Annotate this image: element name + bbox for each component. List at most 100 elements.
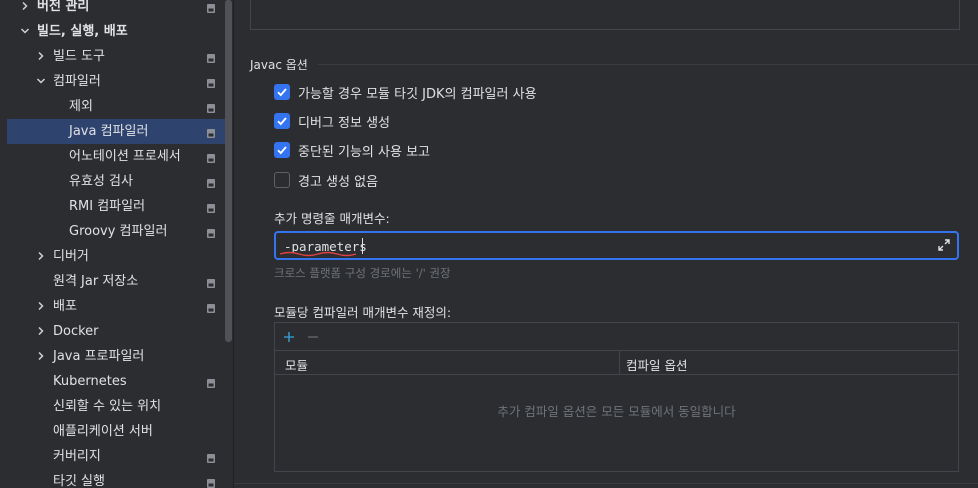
settings-tree: 버전 관리빌드, 실행, 배포빌드 도구컴파일러제외 Java 컴파일러어노테이션… [0,0,234,488]
sidebar-item-label: Kubernetes [53,374,127,389]
chevron-right-icon[interactable] [35,325,47,337]
project-scope-icon [207,127,215,138]
sidebar-item-label: Docker [53,324,99,339]
sidebar-item[interactable]: 배포 [7,294,225,319]
project-scope-icon [207,202,215,213]
javac-option-label: 중단된 기능의 사용 보고 [298,144,430,160]
javac-option-label: 디버그 정보 생성 [298,115,390,131]
project-scope-icon [207,77,215,88]
sidebar-item[interactable]: 어노테이션 프로세서 [7,144,225,169]
sidebar-item[interactable]: Docker [7,319,225,344]
sidebar-item-label: 제외 [69,99,93,114]
project-scope-icon [207,102,215,113]
sidebar-item-label: Java 컴파일러 [69,124,149,139]
project-scope-icon [207,302,215,313]
bottom-separator [234,483,978,484]
sidebar-item[interactable]: 커버리지 [7,444,225,469]
chevron-down-icon[interactable] [35,75,47,87]
project-scope-icon [207,277,215,288]
params-input[interactable] [284,237,924,255]
checkbox-checked[interactable] [274,84,290,100]
params-label: 추가 명령줄 매개변수: [274,211,390,226]
sidebar-item-label: 버전 관리 [37,0,90,14]
check-icon [277,117,287,126]
sidebar-item-label: 커버리지 [53,449,101,464]
project-scope-icon [207,177,215,188]
javac-option-label: 가능할 경우 모듈 타깃 JDK의 컴파일러 사용 [298,86,537,102]
sidebar-item[interactable]: Groovy 컴파일러 [7,219,225,244]
sidebar-item[interactable]: RMI 컴파일러 [7,194,225,219]
chevron-right-icon[interactable] [19,0,31,12]
previous-section-box [250,0,960,30]
minus-icon[interactable] [305,329,321,345]
column-divider[interactable] [619,351,620,375]
checkbox-checked[interactable] [274,142,290,158]
check-icon [277,146,287,155]
params-hint: 크로스 플랫폼 구성 경로에는 '/' 권장 [274,266,451,280]
sidebar-item-label: 어노테이션 프로세서 [69,149,181,164]
override-label: 모듈당 컴파일러 매개변수 재정의: [274,305,452,320]
empty-table-text: 추가 컴파일 옵션은 모든 모듈에서 동일합니다 [497,404,736,419]
javac-option[interactable]: 경고 생성 없음 [274,170,378,190]
sidebar-item[interactable]: Kubernetes [7,369,225,394]
sidebar-item[interactable]: 원격 Jar 저장소 [7,269,225,294]
sidebar-item-label: Java 프로파일러 [53,349,145,364]
sidebar-item-label: 빌드 도구 [53,49,105,64]
sidebar-item[interactable]: 디버거 [7,244,225,269]
sidebar-item-label: RMI 컴파일러 [69,199,146,214]
spelling-underline [280,251,356,257]
section-separator [318,64,978,65]
sidebar-item-label: 배포 [53,299,77,314]
javac-option[interactable]: 가능할 경우 모듈 타깃 JDK의 컴파일러 사용 [274,82,537,102]
javac-option-label: 경고 생성 없음 [298,174,379,190]
sidebar-item[interactable]: 버전 관리 [7,0,225,19]
plus-icon[interactable] [281,329,297,345]
sidebar-item[interactable]: Java 컴파일러 [7,119,225,144]
sidebar-item-label: 디버거 [53,249,89,264]
project-scope-icon [207,2,215,13]
sidebar-item[interactable]: 타깃 실행 [7,469,225,488]
project-scope-icon [207,377,215,388]
javac-section-title: Javac 옵션 [250,58,308,72]
javac-option[interactable]: 중단된 기능의 사용 보고 [274,140,430,160]
override-table: 모듈 컴파일 옵션 추가 컴파일 옵션은 모든 모듈에서 동일합니다 [274,322,959,472]
sidebar-item[interactable]: 빌드, 실행, 배포 [7,19,225,44]
sidebar-item[interactable]: 제외 [7,94,225,119]
java-compiler-panel: Javac 옵션 가능할 경우 모듈 타깃 JDK의 컴파일러 사용디버그 정보… [234,0,978,488]
chevron-right-icon[interactable] [35,250,47,262]
chevron-right-icon[interactable] [35,350,47,362]
check-icon [277,88,287,97]
chevron-right-icon[interactable] [35,300,47,312]
sidebar-item-label: 빌드, 실행, 배포 [37,24,128,39]
sidebar-item-label: Groovy 컴파일러 [69,224,168,239]
sidebar-item-label: 신뢰할 수 있는 위치 [53,399,162,414]
table-header: 모듈 컴파일 옵션 [275,351,958,375]
chevron-down-icon[interactable] [19,25,31,37]
sidebar-item[interactable]: 빌드 도구 [7,44,225,69]
sidebar-item[interactable]: 컴파일러 [7,69,225,94]
text-caret [362,238,363,254]
sidebar-item[interactable]: 유효성 검사 [7,169,225,194]
project-scope-icon [207,477,215,488]
chevron-right-icon[interactable] [35,50,47,62]
checkbox-unchecked[interactable] [274,172,290,188]
sidebar-item[interactable]: 신뢰할 수 있는 위치 [7,394,225,419]
project-scope-icon [207,52,215,63]
sidebar-item-label: 애플리케이션 서버 [53,424,153,439]
checkbox-checked[interactable] [274,113,290,129]
project-scope-icon [207,152,215,163]
javac-option[interactable]: 디버그 정보 생성 [274,111,390,131]
table-toolbar [275,323,958,351]
expand-arrows-icon[interactable] [938,239,950,251]
sidebar-item[interactable]: Java 프로파일러 [7,344,225,369]
sidebar-item-label: 컴파일러 [53,74,101,89]
project-scope-icon [207,452,215,463]
sidebar-scrollbar[interactable] [225,0,232,342]
sidebar-item[interactable]: 애플리케이션 서버 [7,419,225,444]
params-field[interactable] [274,231,959,260]
sidebar-item-label: 타깃 실행 [53,474,105,488]
project-scope-icon [207,227,215,238]
column-header-options[interactable]: 컴파일 옵션 [626,355,687,374]
sidebar-item-label: 원격 Jar 저장소 [53,274,139,289]
column-header-module[interactable]: 모듈 [285,355,308,374]
